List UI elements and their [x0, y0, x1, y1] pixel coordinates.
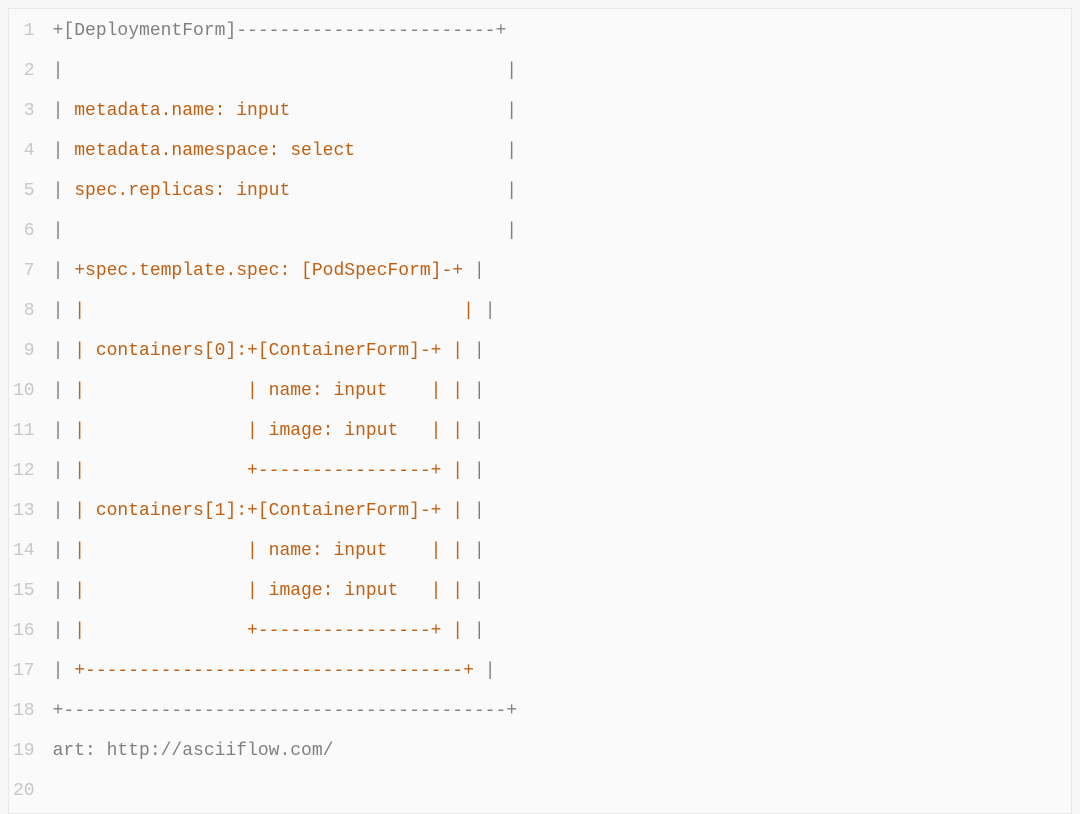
code-line: | | +----------------+ | | [53, 451, 518, 491]
code-segment: | +----------------+ | [74, 621, 463, 641]
code-segment: | [474, 661, 496, 681]
code-line: | +-----------------------------------+ … [53, 651, 518, 691]
line-number-gutter: 1234567891011121314151617181920 [9, 9, 43, 813]
line-number: 20 [13, 771, 35, 811]
code-segment: | [53, 541, 75, 561]
line-number: 14 [13, 531, 35, 571]
line-number: 3 [13, 91, 35, 131]
line-number: 2 [13, 51, 35, 91]
code-line: | | containers[1]:+[ContainerForm]-+ | | [53, 491, 518, 531]
code-line: | metadata.namespace: select | [53, 131, 518, 171]
code-segment: | [53, 461, 75, 481]
code-segment: | | [53, 221, 517, 241]
code-segment: +[DeploymentForm]-----------------------… [53, 21, 507, 41]
code-segment: | [290, 101, 517, 121]
code-segment: | [463, 501, 485, 521]
code-segment: | [474, 301, 496, 321]
code-segment: | [463, 261, 485, 281]
code-segment: | [463, 381, 485, 401]
line-number: 7 [13, 251, 35, 291]
code-segment: | [53, 341, 75, 361]
code-segment: | [53, 181, 75, 201]
code-line: | | +----------------+ | | [53, 611, 518, 651]
code-line: | | | | [53, 291, 518, 331]
code-block: 1234567891011121314151617181920 +[Deploy… [8, 8, 1072, 814]
line-number: 16 [13, 611, 35, 651]
code-segment: | | image: input | | [74, 581, 463, 601]
code-line: | | [53, 211, 518, 251]
line-number: 18 [13, 691, 35, 731]
line-number: 19 [13, 731, 35, 771]
code-line: | | | image: input | | | [53, 571, 518, 611]
code-line: +---------------------------------------… [53, 691, 518, 731]
code-segment: | | image: input | | [74, 421, 463, 441]
code-segment: | | name: input | | [74, 381, 463, 401]
code-line: | | | image: input | | | [53, 411, 518, 451]
code-line: | | | name: input | | | [53, 371, 518, 411]
code-segment: | | [53, 61, 517, 81]
code-segment: | [53, 621, 75, 641]
line-number: 6 [13, 211, 35, 251]
code-segment: | [53, 261, 75, 281]
code-segment: | [53, 581, 75, 601]
code-segment: | [463, 341, 485, 361]
code-segment: | [355, 141, 517, 161]
code-segment: metadata.namespace: select [74, 141, 355, 161]
code-segment: +-----------------------------------+ [74, 661, 474, 681]
code-line: | | containers[0]:+[ContainerForm]-+ | | [53, 331, 518, 371]
code-segment: | [53, 501, 75, 521]
code-segment: art: http://asciiflow.com/ [53, 741, 334, 761]
line-number: 1 [13, 11, 35, 51]
line-number: 8 [13, 291, 35, 331]
line-number: 5 [13, 171, 35, 211]
code-line: | +spec.template.spec: [PodSpecForm]-+ | [53, 251, 518, 291]
code-segment: | [53, 381, 75, 401]
code-segment: | containers[1]:+[ContainerForm]-+ | [74, 501, 463, 521]
code-segment: | | name: input | | [74, 541, 463, 561]
code-segment: | +----------------+ | [74, 461, 463, 481]
code-segment: | [53, 301, 75, 321]
code-line: | | | name: input | | | [53, 531, 518, 571]
code-line: | | [53, 51, 518, 91]
line-number: 9 [13, 331, 35, 371]
code-segment: | [53, 141, 75, 161]
code-segment: | [463, 421, 485, 441]
code-segment: spec.replicas: input [74, 181, 290, 201]
code-segment: | [53, 421, 75, 441]
code-segment: | containers[0]:+[ContainerForm]-+ | [74, 341, 463, 361]
code-line: | metadata.name: input | [53, 91, 518, 131]
line-number: 17 [13, 651, 35, 691]
code-segment: | [463, 461, 485, 481]
code-segment: | [463, 541, 485, 561]
code-segment: +spec.template.spec: [PodSpecForm]-+ [74, 261, 463, 281]
line-number: 13 [13, 491, 35, 531]
code-segment: | [53, 661, 75, 681]
code-line: art: http://asciiflow.com/ [53, 731, 518, 771]
code-segment: | [463, 581, 485, 601]
code-segment: | [463, 621, 485, 641]
line-number: 4 [13, 131, 35, 171]
code-segment: +---------------------------------------… [53, 701, 517, 721]
code-line: +[DeploymentForm]-----------------------… [53, 11, 518, 51]
code-line: | spec.replicas: input | [53, 171, 518, 211]
code-segment: | | [74, 301, 474, 321]
line-number: 10 [13, 371, 35, 411]
code-segment: | [53, 101, 75, 121]
line-number: 12 [13, 451, 35, 491]
code-segment: metadata.name: input [74, 101, 290, 121]
code-segment: | [290, 181, 517, 201]
line-number: 11 [13, 411, 35, 451]
line-number: 15 [13, 571, 35, 611]
code-content: +[DeploymentForm]-----------------------… [43, 9, 526, 813]
